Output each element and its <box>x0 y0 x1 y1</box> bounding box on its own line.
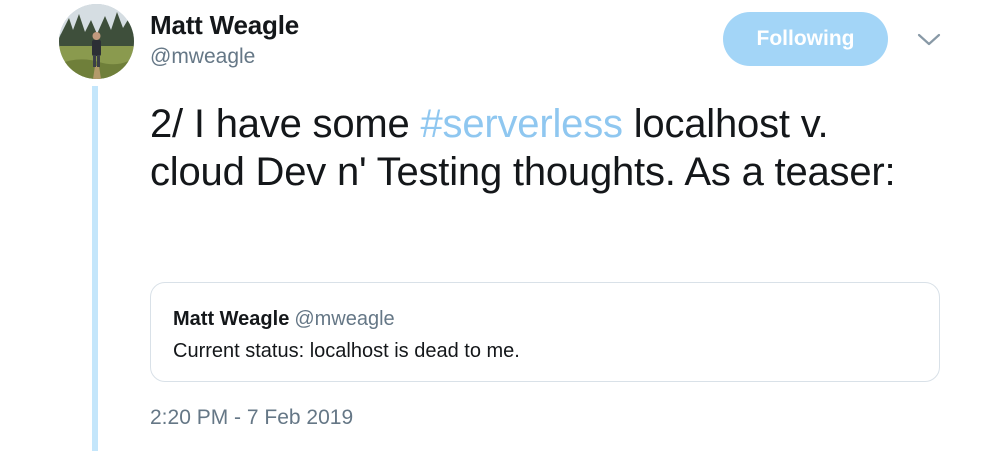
quoted-tweet-text: Current status: localhost is dead to me. <box>173 340 520 362</box>
tweet-container: Matt Weagle @mweagle Following 2/ I have… <box>0 0 1000 451</box>
quoted-tweet-handle: @mweagle <box>294 308 395 330</box>
quoted-tweet-header: Matt Weagle @mweagle <box>173 308 395 331</box>
author-handle[interactable]: @mweagle <box>150 45 255 69</box>
chevron-down-icon <box>917 33 941 46</box>
following-button[interactable]: Following <box>723 12 888 66</box>
tweet-menu-button[interactable] <box>916 30 942 50</box>
hashtag-link[interactable]: #serverless <box>420 102 623 146</box>
avatar-photo-icon <box>59 4 134 79</box>
quoted-tweet-display-name: Matt Weagle <box>173 308 290 330</box>
thread-line <box>92 86 98 451</box>
tweet-timestamp[interactable]: 2:20 PM - 7 Feb 2019 <box>150 406 353 430</box>
tweet-text-before: 2/ I have some <box>150 102 421 146</box>
avatar[interactable] <box>59 4 134 79</box>
quoted-tweet-card[interactable]: Matt Weagle @mweagle Current status: loca… <box>150 282 940 382</box>
author-display-name[interactable]: Matt Weagle <box>150 10 299 41</box>
tweet-text: 2/ I have some #serverless localhost v. … <box>150 100 930 196</box>
